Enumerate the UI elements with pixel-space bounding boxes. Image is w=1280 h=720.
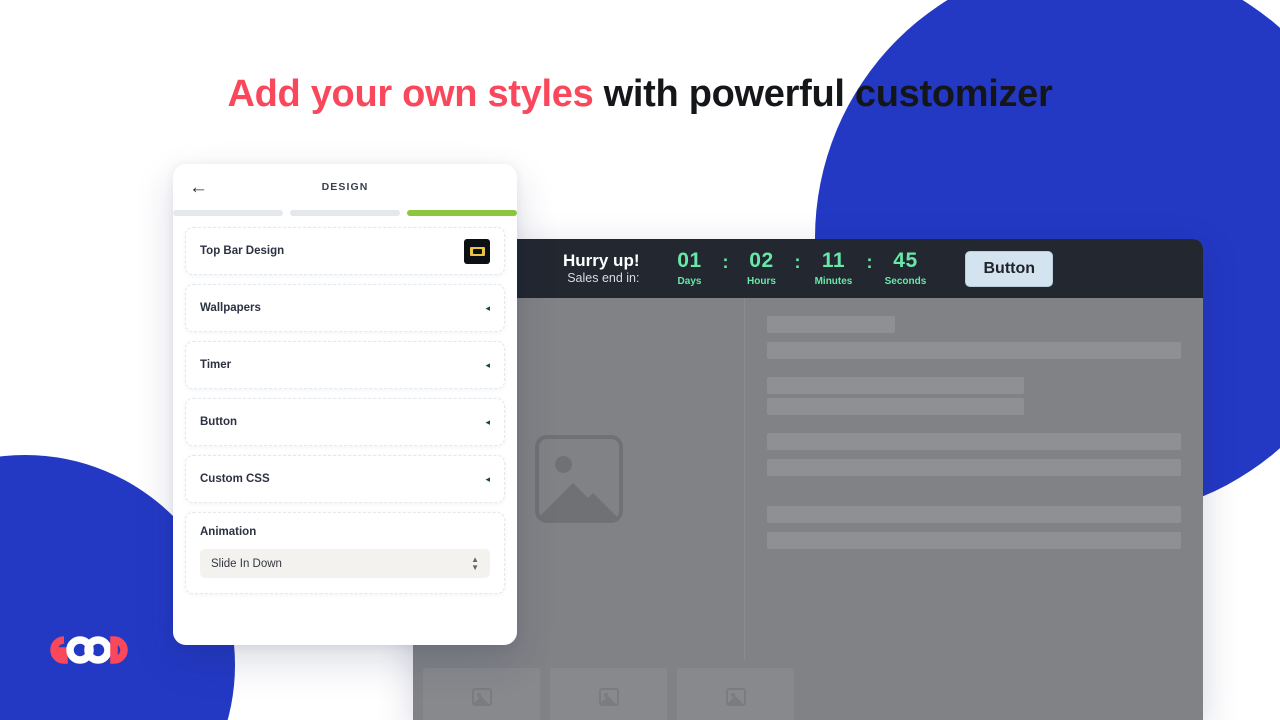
preview-content-column	[745, 298, 1203, 660]
content-skeleton-bar	[767, 532, 1181, 549]
brand-logo	[42, 634, 142, 666]
countdown-unit-days: 01 Days	[667, 249, 711, 287]
countdown-seconds-label: Seconds	[884, 275, 927, 287]
animation-selected-value: Slide In Down	[211, 557, 282, 570]
image-placeholder-icon	[725, 688, 746, 706]
image-placeholder-icon	[471, 688, 492, 706]
headline-accent: Add your own styles	[227, 73, 594, 115]
panel-header: ← DESIGN	[173, 164, 517, 210]
preview-page-body	[413, 298, 1203, 660]
content-skeleton-bar	[767, 316, 896, 333]
countdown-minutes-value: 11	[821, 249, 846, 273]
image-placeholder-icon	[534, 435, 623, 523]
preview-thumbnail-strip	[413, 660, 1203, 720]
top-bar-design-thumbnail-icon[interactable]	[464, 238, 490, 264]
customizer-panel: ← DESIGN Top Bar Design Wallpapers ◂ Tim…	[173, 164, 517, 645]
image-placeholder-icon	[598, 688, 619, 706]
setting-label: Timer	[200, 359, 232, 371]
image-icon-sun	[554, 456, 572, 473]
countdown-days-value: 01	[677, 249, 702, 273]
setting-row-timer[interactable]: Timer ◂	[185, 341, 505, 389]
good-logo-svg	[50, 636, 128, 664]
countdown-separator: :	[866, 251, 873, 272]
countdown-separator: :	[794, 251, 801, 272]
countdown-timer: 01 Days : 02 Hours : 11 Minutes : 45 Sec…	[667, 249, 927, 287]
chevron-left-icon[interactable]: ◂	[485, 474, 490, 484]
animation-select[interactable]: Slide In Down ▲ ▼	[200, 549, 490, 578]
setting-label: Wallpapers	[200, 302, 261, 314]
countdown-unit-seconds: 45 Seconds	[883, 249, 927, 287]
countdown-headline: Hurry up!	[562, 251, 640, 271]
setting-row-custom-css[interactable]: Custom CSS ◂	[185, 455, 505, 503]
setting-row-animation: Animation Slide In Down ▲ ▼	[185, 512, 505, 594]
setting-label: Top Bar Design	[200, 245, 285, 257]
content-skeleton-bar	[767, 377, 1024, 394]
setting-row-wallpapers[interactable]: Wallpapers ◂	[185, 284, 505, 332]
preview-thumbnail	[677, 668, 794, 720]
countdown-hours-value: 02	[749, 249, 774, 273]
countdown-topbar: Hurry up! Sales end in: 01 Days : 02 Hou…	[413, 239, 1203, 298]
countdown-hours-label: Hours	[747, 275, 776, 287]
chevron-left-icon[interactable]: ◂	[485, 360, 490, 370]
countdown-subline: Sales end in:	[567, 271, 640, 286]
headline-rest: with powerful customizer	[593, 73, 1053, 115]
countdown-minutes-label: Minutes	[814, 275, 853, 287]
content-skeleton-bar	[767, 342, 1181, 359]
preview-cta-button[interactable]: Button	[965, 250, 1054, 287]
setting-row-button[interactable]: Button ◂	[185, 398, 505, 446]
content-skeleton-bar	[767, 459, 1181, 476]
countdown-days-label: Days	[677, 275, 702, 287]
chevron-left-icon[interactable]: ◂	[485, 303, 490, 313]
countdown-seconds-value: 45	[893, 249, 918, 273]
setting-row-top-bar-design[interactable]: Top Bar Design	[185, 227, 505, 275]
chevron-left-icon[interactable]: ◂	[485, 417, 490, 427]
setting-label: Button	[200, 416, 238, 428]
animation-label: Animation	[200, 526, 257, 538]
preview-thumbnail	[550, 668, 667, 720]
setting-label: Custom CSS	[200, 473, 270, 485]
panel-title: DESIGN	[321, 181, 369, 193]
content-skeleton-bar	[767, 433, 1181, 450]
panel-settings-list: Top Bar Design Wallpapers ◂ Timer ◂ Butt…	[173, 216, 517, 606]
page-title: Add your own styles with powerful custom…	[0, 66, 1280, 122]
preview-thumbnail	[423, 668, 540, 720]
stepper-arrows-icon[interactable]: ▲ ▼	[471, 555, 479, 571]
countdown-unit-minutes: 11 Minutes	[811, 249, 855, 287]
content-skeleton-bar	[767, 506, 1181, 523]
countdown-unit-hours: 02 Hours	[739, 249, 783, 287]
image-icon-mountain-small	[566, 493, 619, 519]
countdown-text-block: Hurry up! Sales end in:	[563, 250, 640, 287]
website-preview-mockup: Hurry up! Sales end in: 01 Days : 02 Hou…	[413, 239, 1203, 720]
countdown-separator: :	[722, 251, 729, 272]
content-skeleton-bar	[767, 398, 1024, 415]
